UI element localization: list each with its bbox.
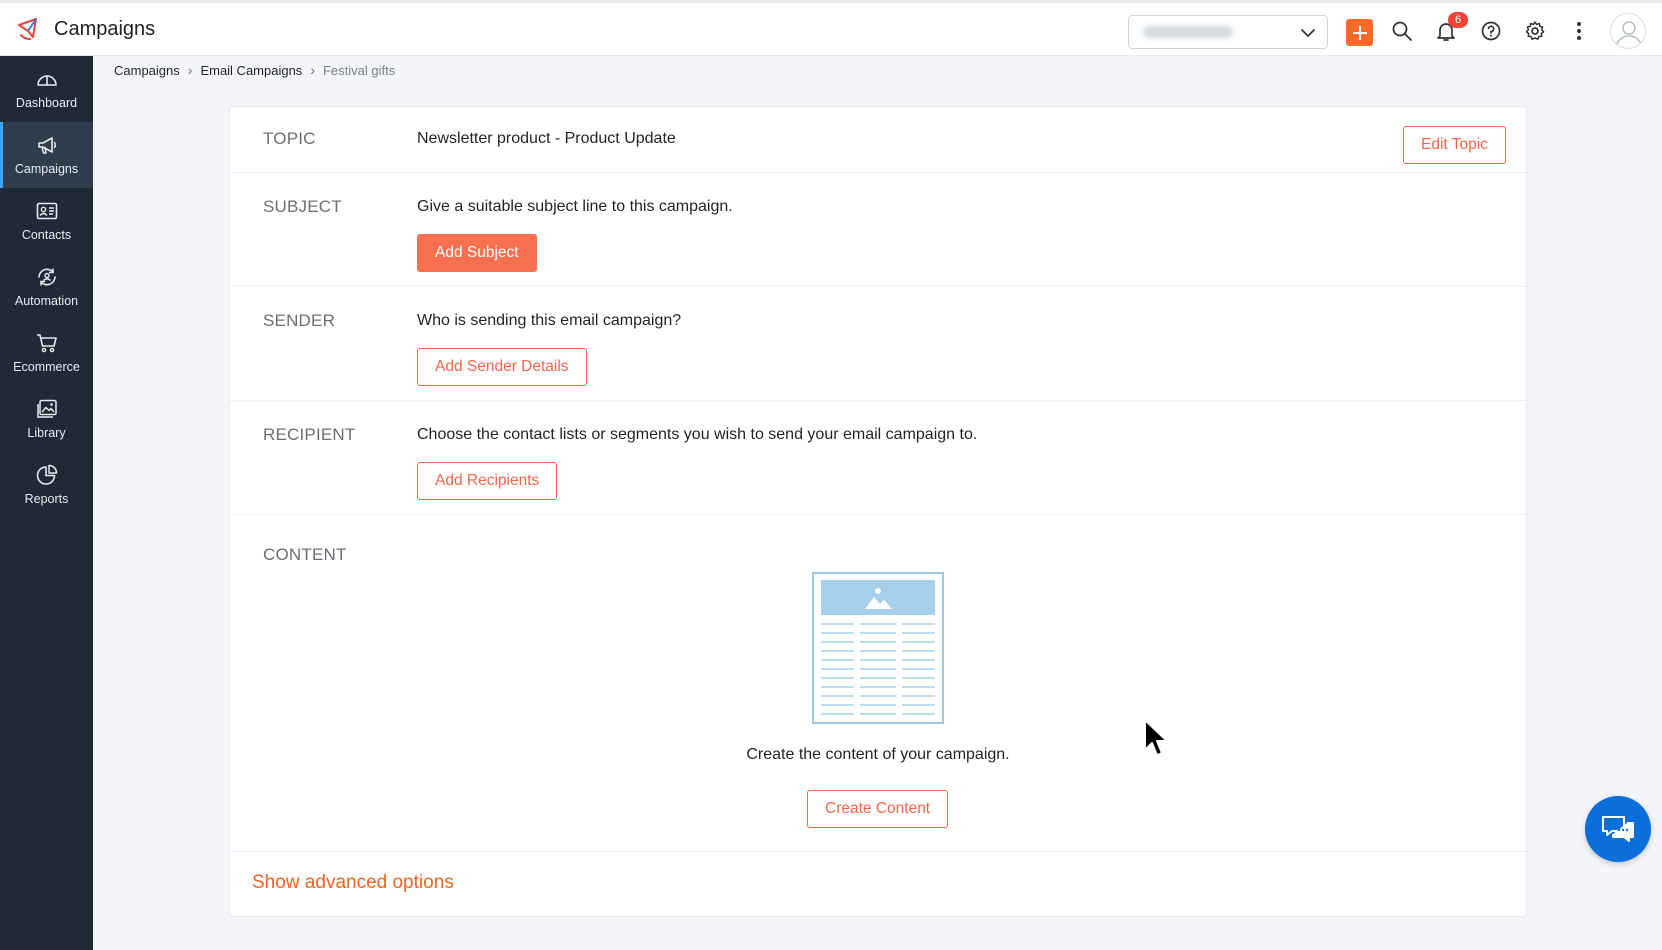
campaigns-logo-icon xyxy=(18,18,37,40)
chevron-down-icon xyxy=(1301,29,1315,38)
edit-topic-button[interactable]: Edit Topic xyxy=(1403,126,1506,164)
chat-support-button[interactable] xyxy=(1585,796,1651,862)
sender-row: SENDER Who is sending this email campaig… xyxy=(230,287,1526,401)
recipient-row: RECIPIENT Choose the contact lists or se… xyxy=(230,401,1526,515)
chat-bubble-icon xyxy=(1602,816,1634,842)
chevron-right-icon: › xyxy=(310,62,315,78)
brand[interactable]: Campaigns xyxy=(16,15,155,43)
megaphone-icon xyxy=(37,137,56,154)
avatar[interactable] xyxy=(1610,13,1646,49)
mouse-cursor-icon xyxy=(1144,719,1168,756)
breadcrumb-email-campaigns[interactable]: Email Campaigns xyxy=(200,63,302,78)
organization-select[interactable] xyxy=(1128,15,1328,49)
add-subject-button[interactable]: Add Subject xyxy=(417,234,537,272)
sender-label: SENDER xyxy=(263,311,336,330)
recipient-prompt: Choose the contact lists or segments you… xyxy=(417,426,978,443)
help-icon xyxy=(1481,21,1501,41)
gear-icon xyxy=(1525,21,1545,40)
recipient-label: RECIPIENT xyxy=(263,425,356,444)
cart-icon xyxy=(36,334,57,353)
sidebar-item-label: Reports xyxy=(24,492,69,506)
campaign-setup-card: TOPIC Newsletter product - Product Updat… xyxy=(229,106,1527,917)
topic-value: Newsletter product - Product Update xyxy=(417,130,676,147)
quick-add-button[interactable] xyxy=(1346,19,1373,46)
top-bar: Campaigns 6 xyxy=(0,0,1662,56)
sidebar-item-dashboard[interactable]: Dashboard xyxy=(0,56,93,122)
sidebar-item-automation[interactable]: Automation xyxy=(0,254,93,320)
subject-row: SUBJECT Give a suitable subject line to … xyxy=(230,173,1526,287)
subject-label: SUBJECT xyxy=(263,197,342,216)
breadcrumb: Campaigns › Email Campaigns › Festival g… xyxy=(114,62,395,78)
chevron-right-icon: › xyxy=(187,62,193,78)
app-title: Campaigns xyxy=(54,17,156,40)
settings-button[interactable] xyxy=(1522,18,1548,44)
sender-prompt: Who is sending this email campaign? xyxy=(417,312,682,329)
subject-prompt: Give a suitable subject line to this cam… xyxy=(417,198,733,215)
pie-chart-icon xyxy=(36,464,57,485)
add-sender-details-button[interactable]: Add Sender Details xyxy=(417,348,587,386)
search-button[interactable] xyxy=(1389,18,1415,44)
sidebar-item-label: Library xyxy=(27,426,66,440)
sidebar-item-contacts[interactable]: Contacts xyxy=(0,188,93,254)
contact-card-icon xyxy=(36,202,57,220)
topic-row: TOPIC Newsletter product - Product Updat… xyxy=(230,107,1526,173)
image-library-icon xyxy=(36,399,57,418)
more-vertical-icon xyxy=(1577,22,1581,40)
sidebar-item-reports[interactable]: Reports xyxy=(0,452,93,518)
create-content-button[interactable]: Create Content xyxy=(807,790,949,828)
sidebar-item-campaigns[interactable]: Campaigns xyxy=(0,122,93,188)
add-recipients-button[interactable]: Add Recipients xyxy=(417,462,558,500)
search-icon xyxy=(1392,21,1412,41)
organization-name-redacted xyxy=(1143,26,1233,38)
user-avatar-icon xyxy=(1616,21,1642,47)
newsletter-template-icon xyxy=(812,572,944,724)
automation-icon xyxy=(37,268,56,286)
breadcrumb-current: Festival gifts xyxy=(322,62,396,78)
breadcrumb-campaigns[interactable]: Campaigns xyxy=(114,63,180,78)
content-prompt: Create the content of your campaign. xyxy=(746,746,1010,763)
topic-label: TOPIC xyxy=(263,129,316,148)
dashboard-icon xyxy=(36,75,57,86)
sidebar-item-label: Automation xyxy=(14,294,79,308)
show-advanced-options-link[interactable]: Show advanced options xyxy=(252,872,454,894)
sidebar-item-label: Campaigns xyxy=(14,162,79,176)
sidebar: Dashboard Campaigns Contacts Automation xyxy=(0,56,93,950)
help-button[interactable] xyxy=(1478,18,1504,44)
sidebar-item-label: Dashboard xyxy=(15,96,78,110)
sidebar-item-label: Contacts xyxy=(21,228,72,242)
notification-count-badge: 6 xyxy=(1448,12,1468,28)
sidebar-item-library[interactable]: Library xyxy=(0,386,93,452)
sidebar-item-label: Ecommerce xyxy=(13,360,80,374)
more-options-button[interactable] xyxy=(1566,18,1592,44)
sidebar-item-ecommerce[interactable]: Ecommerce xyxy=(0,320,93,386)
add-icon xyxy=(1352,25,1367,40)
content-label: CONTENT xyxy=(263,545,347,564)
notifications-button[interactable]: 6 xyxy=(1433,12,1468,44)
